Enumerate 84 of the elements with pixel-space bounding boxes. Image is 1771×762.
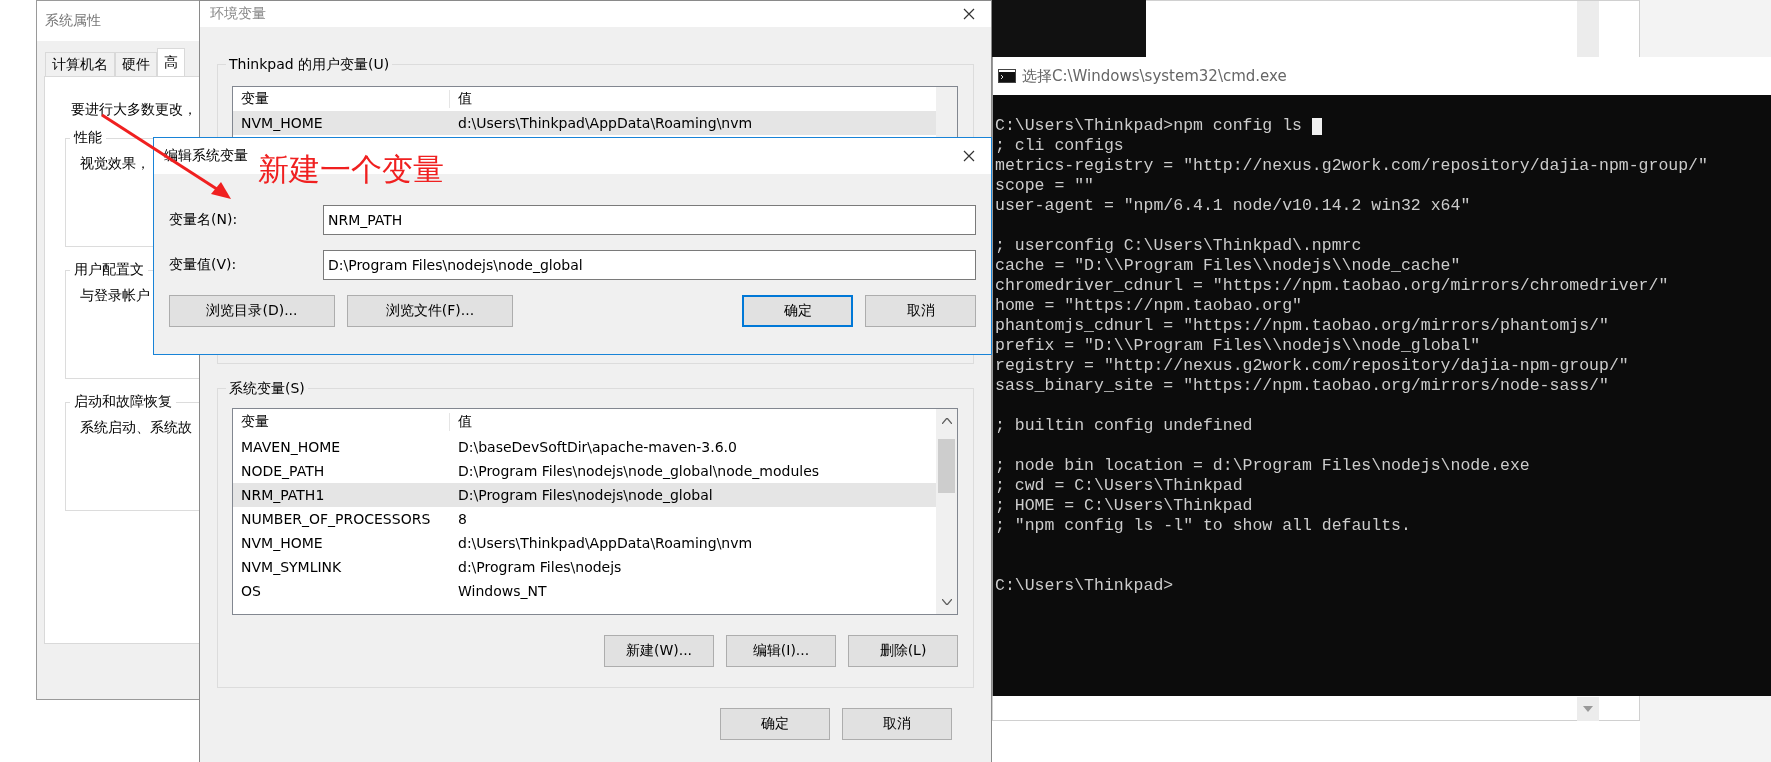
close-icon[interactable] — [963, 150, 975, 162]
button[interactable]: 新建(W)... — [604, 635, 714, 667]
tab[interactable]: 高 — [157, 48, 185, 76]
group-title: 系统变量(S) — [228, 379, 306, 398]
table-row[interactable]: NUMBER_OF_PROCESSORS 8 — [233, 507, 936, 531]
console-line: cache = "D:\\Program Files\\nodejs\\node_cache" — [995, 256, 1461, 276]
field-label: 变量名(N): — [169, 211, 239, 229]
scrollbar-track — [1577, 1, 1599, 57]
console-line: ; cli configs — [995, 136, 1124, 156]
table-cell-text: NVM_SYMLINK — [240, 559, 343, 575]
console-line: phantomjs_cdnurl = "https://npm.taobao.org/mirrors/phantomjs/" — [995, 316, 1609, 336]
console-icon — [998, 69, 1016, 83]
console-line: user-agent = "npm/6.4.1 node/v10.14.2 win32 x64" — [995, 196, 1471, 216]
scrollbar-thumb[interactable] — [938, 439, 955, 493]
column-header[interactable]: 值 — [450, 413, 936, 431]
table-cell-text: d:\Program Files\nodejs — [457, 559, 623, 575]
table-cell-text: NVM_HOME — [240, 535, 324, 551]
column-header[interactable]: 变量 — [233, 90, 450, 108]
button[interactable]: 浏览目录(D)... — [169, 295, 335, 327]
table-cell-text: d:\Users\Thinkpad\AppData\Roaming\nvm — [457, 115, 754, 131]
button[interactable]: 浏览文件(F)... — [347, 295, 513, 327]
input-field[interactable]: D:\Program Files\nodejs\node_global — [323, 250, 976, 280]
group-title: Thinkpad 的用户变量(U) — [228, 55, 391, 74]
console-line: C:\Users\Thinkpad> — [995, 576, 1174, 596]
column-header[interactable]: 值 — [450, 90, 936, 108]
console-line: ; builtin config undefined — [995, 416, 1253, 436]
table-cell-text: D:\Program Files\nodejs\node_global — [457, 487, 714, 503]
description-text: 系统启动、系统故 — [80, 419, 192, 437]
button[interactable]: 取消 — [842, 708, 952, 740]
annotation-text: 新建一个变量 — [258, 150, 444, 188]
console-line: sass_binary_site = "https://npm.taobao.org/mirrors/node-sass/" — [995, 376, 1609, 396]
button[interactable]: 确定 — [742, 295, 853, 327]
table-cell-text: d:\Users\Thinkpad\AppData\Roaming\nvm — [457, 535, 754, 551]
description-text: 与登录帐户 — [80, 287, 150, 305]
table-cell-text: Windows_NT — [457, 583, 548, 599]
table-cell-text: MAVEN_HOME — [240, 439, 342, 455]
table-row[interactable]: OS Windows_NT — [233, 579, 936, 603]
table-cell-text: NODE_PATH — [240, 463, 326, 479]
description-text: 视觉效果， — [80, 155, 150, 173]
button[interactable]: 删除(L) — [848, 635, 958, 667]
console-line: C:\Users\Thinkpad>npm config ls — [995, 116, 1302, 136]
table-row[interactable]: NRM_PATH1 D:\Program Files\nodejs\node_global — [233, 483, 936, 507]
table-row[interactable]: NVM_HOME d:\Users\Thinkpad\AppData\Roaming\nvm — [233, 531, 936, 555]
console-line: ; HOME = C:\Users\Thinkpad — [995, 496, 1253, 516]
scroll-up-icon[interactable] — [941, 418, 952, 424]
button[interactable]: 确定 — [720, 708, 830, 740]
table-cell-text: D:\baseDevSoftDir\apache-maven-3.6.0 — [457, 439, 738, 455]
group-title: 性能 — [72, 129, 103, 147]
table-row[interactable]: NODE_PATH D:\Program Files\nodejs\node_global\node_modules — [233, 459, 936, 483]
tab[interactable]: 硬件 — [115, 52, 157, 76]
console-line: scope = "" — [995, 176, 1095, 196]
column-header[interactable]: 变量 — [233, 413, 450, 431]
table-cell-text: D:\Program Files\nodejs\node_global\node_modules — [457, 463, 821, 479]
console-line: ; userconfig C:\Users\Thinkpad\.npmrc — [995, 236, 1362, 256]
console-line: chromedriver_cdnurl = "https://npm.taobao.org/mirrors/chromedriver/" — [995, 276, 1669, 296]
console-line: prefix = "D:\\Program Files\\nodejs\\node_global" — [995, 336, 1481, 356]
console-line: home = "https://npm.taobao.org" — [995, 296, 1302, 316]
field-label: 变量值(V): — [169, 256, 238, 274]
console-line: ; cwd = C:\Users\Thinkpad — [995, 476, 1243, 496]
window-title: 环境变量 — [210, 5, 266, 23]
scrollbar[interactable] — [936, 409, 957, 614]
table-row[interactable]: MAVEN_HOME D:\baseDevSoftDir\apache-maven-3.6.0 — [233, 435, 936, 459]
console-line: ; node bin location = d:\Program Files\nodejs\node.exe — [995, 456, 1530, 476]
group-title: 启动和故障恢复 — [73, 393, 173, 411]
table-row[interactable]: NVM_SYMLINK d:\Program Files\nodejs — [233, 555, 936, 579]
window-title: 系统属性 — [45, 12, 101, 30]
close-icon[interactable] — [963, 8, 975, 20]
console-line: registry = "http://nexus.g2work.com/repository/dajia-npm-group/" — [995, 356, 1629, 376]
window-title: 选择C:\Windows\system32\cmd.exe — [1022, 66, 1287, 86]
instruction-text: 要进行大多数更改， — [71, 100, 197, 119]
table-cell-text: NRM_PATH1 — [240, 487, 326, 503]
scroll-down-icon[interactable] — [941, 599, 952, 605]
group-title: 用户配置文 — [73, 261, 145, 279]
tab[interactable]: 计算机名 — [45, 52, 115, 76]
console-line: metrics-registry = "http://nexus.g2work.com/repository/dajia-npm-group/" — [995, 156, 1708, 176]
button[interactable]: 取消 — [865, 295, 976, 327]
button[interactable]: 编辑(I)... — [726, 635, 836, 667]
table-cell-text: OS — [240, 583, 262, 599]
console-line: ; "npm config ls -l" to show all defaults. — [995, 516, 1411, 536]
table-cell-text: NUMBER_OF_PROCESSORS — [240, 511, 432, 527]
table-row[interactable]: NVM_HOME d:\Users\Thinkpad\AppData\Roaming\nvm — [233, 111, 936, 135]
input-field[interactable]: NRM_PATH — [323, 205, 976, 235]
table-cell-text: NVM_HOME — [240, 115, 324, 131]
table-cell-text: 8 — [457, 511, 468, 527]
